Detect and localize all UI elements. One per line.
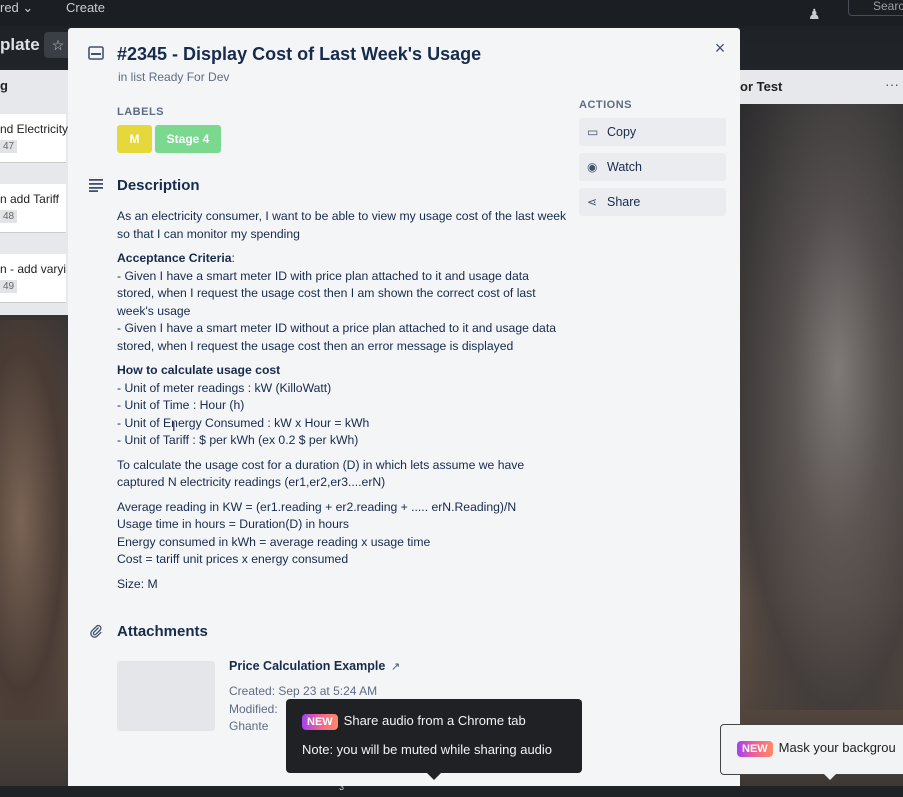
attachment-author: Ghante	[229, 719, 269, 733]
mask-background-tooltip: NEW Mask your backgrou	[720, 724, 903, 780]
new-badge: NEW	[737, 740, 773, 757]
acceptance-colon: :	[231, 251, 235, 265]
new-badge: NEW	[302, 713, 338, 730]
card-icon: ▭	[587, 125, 599, 139]
list-card-title: n add Tariff	[0, 192, 59, 206]
share-audio-tooltip: NEW Share audio from a Chrome tab Note: y…	[286, 699, 582, 780]
formula-line: Cost = tariff unit prices x energy consu…	[117, 552, 349, 566]
external-link-icon[interactable]: ↗	[391, 660, 400, 673]
formula-line: Energy consumed in kWh = average reading…	[117, 534, 431, 549]
unit-line: - Unit of Energy Consumed : kW x Hour = …	[117, 415, 370, 430]
unit-line: - Unit of Tariff : $ per kWh (ex 0.2 $ p…	[117, 433, 359, 447]
unit-line: - Unit of meter readings : kW (KilloWatt…	[117, 380, 332, 395]
share-icon: ⋖	[587, 195, 598, 209]
acceptance-line: - Given I have a smart meter ID with pri…	[117, 268, 536, 318]
attachments-heading: Attachments	[117, 623, 208, 640]
list-card-badge: 48	[0, 210, 18, 223]
tooltip-row: NEW Share audio from a Chrome tab	[302, 713, 526, 730]
list-card[interactable]: n - add varyi 49	[0, 254, 66, 302]
formula-line: Usage time in hours = Duration(D) in hou…	[117, 517, 350, 531]
top-navigation: red ⌄ Create ♟ Search	[0, 0, 903, 26]
more-icon[interactable]: ···	[885, 76, 899, 92]
text-cursor-icon: I	[172, 419, 176, 434]
list-card-title: n - add varyi	[0, 262, 67, 276]
copy-label: Copy	[607, 125, 637, 139]
list-link[interactable]: Ready For Dev	[149, 70, 230, 84]
starred-menu[interactable]: red ⌄	[0, 0, 33, 16]
card-title[interactable]: #2345 - Display Cost of Last Week's Usag…	[117, 44, 481, 65]
formulas-block: Average reading in KW = (er1.reading + e…	[117, 499, 567, 569]
units-block: How to calculate usage cost - Unit of me…	[117, 362, 567, 450]
taskbar: 3	[0, 782, 903, 797]
description-heading: Description	[117, 177, 200, 194]
acceptance-criteria: Acceptance Criteria: - Given I have a sm…	[117, 250, 567, 355]
attachment-created: Created: Sep 23 at 5:24 AM	[229, 684, 378, 698]
tooltip-row: NEW Mask your backgrou	[737, 740, 896, 757]
share-label: Share	[607, 195, 641, 209]
list-card-badge: 49	[0, 280, 18, 293]
acceptance-heading: Acceptance Criteria	[117, 251, 232, 265]
unit-line: - Unit of Time : Hour (h)	[117, 398, 245, 412]
acceptance-line: - Given I have a smart meter ID without …	[117, 321, 556, 353]
list-card[interactable]: n add Tariff 48	[0, 184, 66, 232]
copy-button[interactable]: ▭ Copy	[579, 118, 726, 146]
label-stage-4[interactable]: Stage 4	[155, 125, 221, 153]
close-icon[interactable]: ×	[710, 38, 730, 58]
label-m[interactable]: M	[117, 125, 152, 153]
background-list-left: g nd Electricity 47 n add Tariff 48 n - …	[0, 70, 70, 315]
list-card-title: nd Electricity	[0, 122, 69, 136]
board-title[interactable]: plate	[0, 35, 40, 55]
watch-label: Watch	[607, 160, 642, 174]
description-intro: As an electricity consumer, I want to be…	[117, 209, 567, 241]
description-body[interactable]: As an electricity consumer, I want to be…	[117, 208, 567, 600]
calc-intro: To calculate the usage cost for a durati…	[117, 457, 525, 490]
attachment-name[interactable]: Price Calculation Example	[229, 659, 385, 673]
list-header[interactable]: or Test	[740, 79, 782, 94]
tooltip-arrow	[427, 773, 441, 780]
attachment-thumbnail[interactable]	[117, 661, 215, 731]
list-header[interactable]: g	[0, 78, 8, 93]
how-to-heading: How to calculate usage cost	[117, 363, 281, 377]
search-input[interactable]: Search	[848, 0, 903, 16]
list-card[interactable]: nd Electricity 47	[0, 114, 69, 162]
card-list-location: in list Ready For Dev	[118, 70, 229, 84]
share-button[interactable]: ⋖ Share	[579, 188, 726, 216]
list-card-badge: 47	[0, 140, 18, 153]
create-button[interactable]: Create	[66, 0, 105, 15]
tooltip-text: Share audio from a Chrome tab	[343, 713, 526, 728]
in-list-prefix: in list	[118, 70, 149, 84]
description-icon	[89, 179, 103, 192]
watch-button[interactable]: ◉ Watch	[579, 153, 726, 181]
attachment-modified: Modified:	[229, 702, 278, 716]
tooltip-arrow	[823, 773, 837, 780]
size-text: Size: M	[117, 576, 158, 591]
notification-icon[interactable]: ♟	[808, 6, 821, 23]
card-icon	[88, 46, 104, 60]
background-clouds-left	[0, 320, 70, 720]
background-clouds	[740, 90, 903, 710]
labels-heading: LABELS	[117, 106, 164, 118]
tooltip-text: Mask your backgrou	[778, 740, 896, 755]
background-list-right: or Test ···	[740, 70, 903, 104]
actions-heading: ACTIONS	[579, 99, 632, 111]
card-detail-modal: × #2345 - Display Cost of Last Week's Us…	[68, 28, 740, 786]
paperclip-icon	[90, 624, 102, 638]
formula-line: Average reading in KW = (er1.reading + e…	[117, 499, 517, 514]
eye-icon: ◉	[587, 160, 598, 174]
tooltip-note: Note: you will be muted while sharing au…	[302, 742, 553, 757]
